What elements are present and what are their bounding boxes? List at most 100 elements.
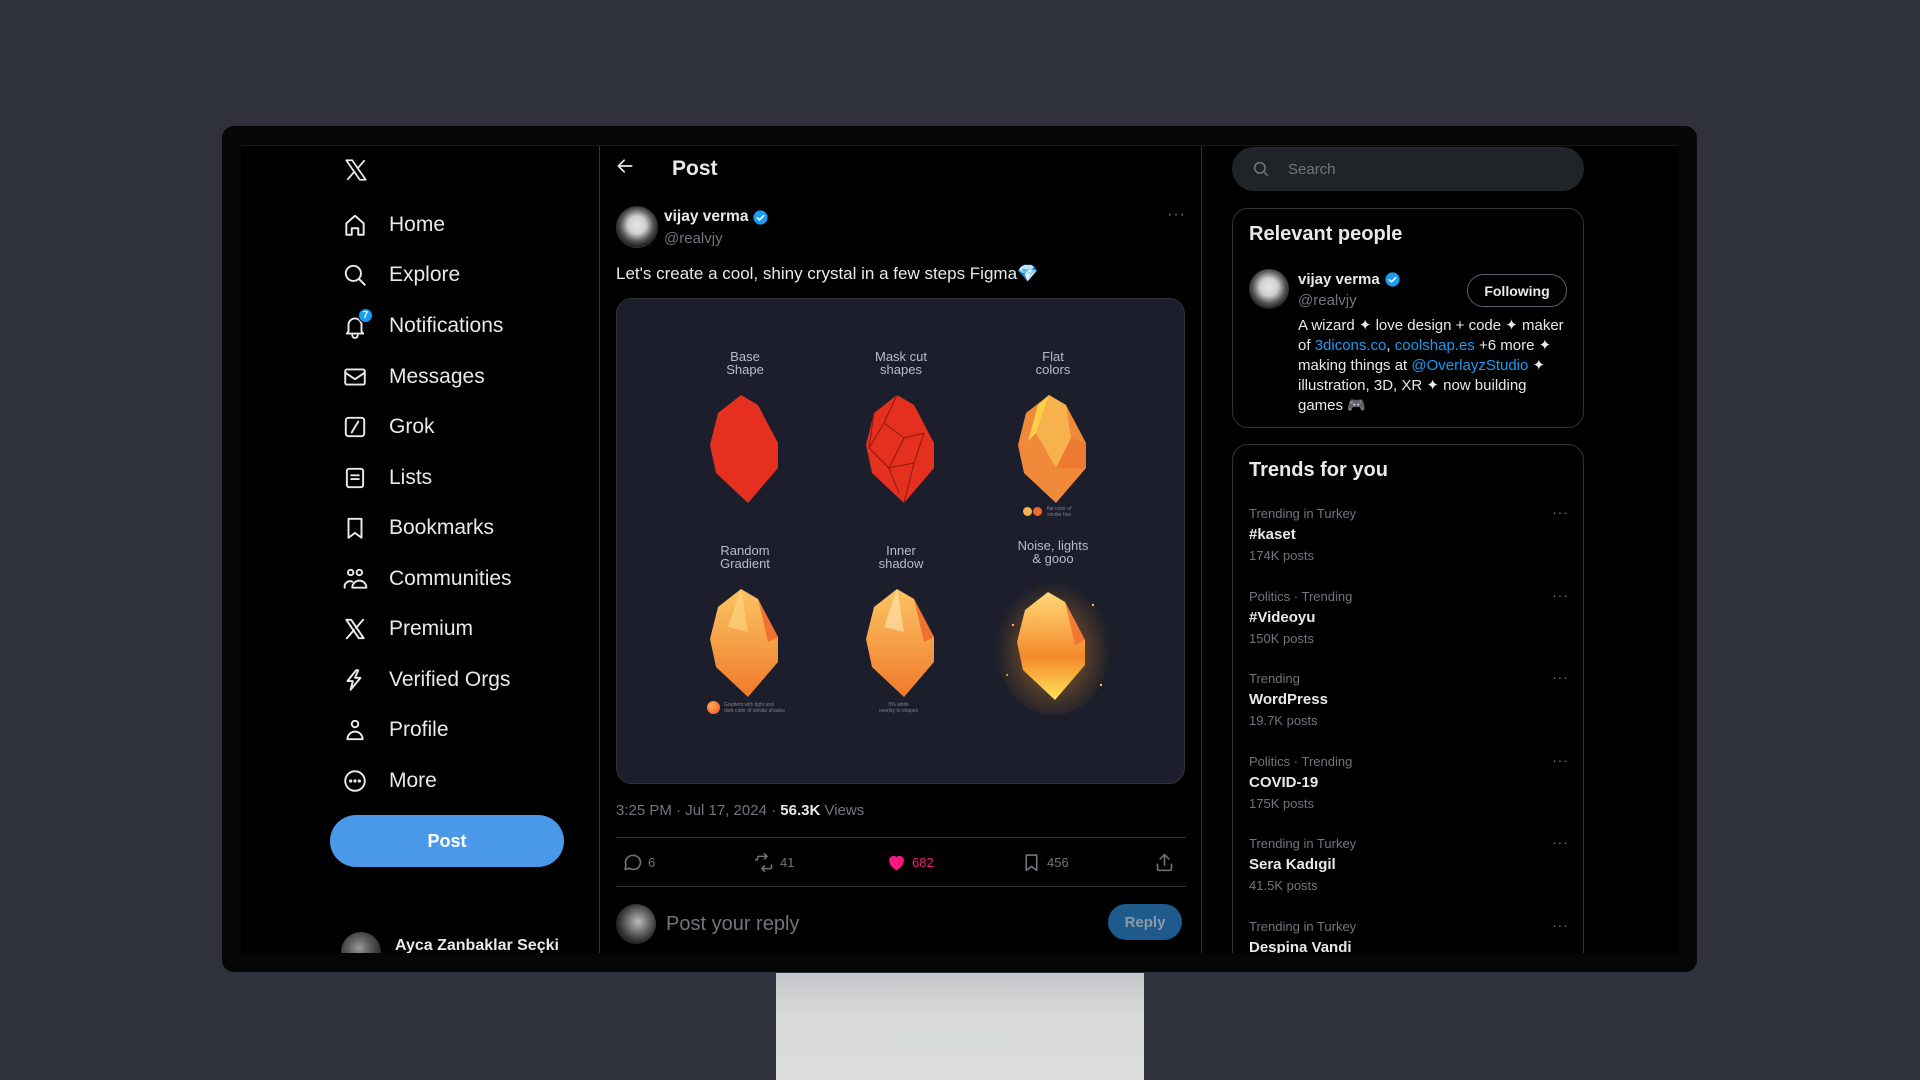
panel-title: Relevant people: [1249, 223, 1403, 245]
share-action[interactable]: [1154, 852, 1175, 873]
more-icon[interactable]: ···: [1167, 206, 1186, 224]
verified-badge-icon: [1385, 272, 1400, 287]
trend-item[interactable]: Politics · Trending #Videoyu 150K posts …: [1249, 587, 1569, 665]
more-icon[interactable]: ···: [1552, 587, 1569, 603]
trend-meta: Trending in Turkey: [1249, 836, 1357, 851]
sidebar-item-label: Grok: [389, 415, 435, 438]
trend-name: Sera Kadıgil: [1249, 856, 1336, 873]
trend-name: COVID-19: [1249, 774, 1319, 791]
bookmark-icon: [340, 513, 370, 543]
sidebar-item-label: Premium: [389, 617, 474, 640]
reply-count: 6: [648, 855, 656, 870]
person-handle[interactable]: @realvjy: [1298, 292, 1357, 309]
post-actions-bar: 6 41 682 456: [616, 837, 1186, 887]
trend-item[interactable]: Trending WordPress 19.7K posts ···: [1249, 669, 1569, 747]
sidebar-item-premium[interactable]: Premium: [340, 609, 473, 649]
bookmark-count: 456: [1047, 855, 1069, 870]
crystal-step-base-shape: Base Shape: [670, 350, 820, 505]
sidebar-item-messages[interactable]: Messages: [340, 357, 485, 397]
post-timestamp: 3:25 PM · Jul 17, 2024 · 56.3K Views: [616, 802, 865, 819]
trend-name: WordPress: [1249, 691, 1328, 708]
repost-action[interactable]: 41: [754, 852, 794, 873]
following-button[interactable]: Following: [1467, 274, 1567, 307]
bio-link[interactable]: 3dicons.co: [1315, 337, 1387, 354]
author-avatar[interactable]: [616, 206, 658, 248]
crystal-shape: [709, 589, 778, 697]
author-name[interactable]: vijay verma: [664, 208, 769, 226]
step-caption: flat color of similar hue: [1047, 506, 1072, 518]
sidebar-item-notifications[interactable]: 7 Notifications: [340, 306, 503, 346]
trend-item[interactable]: Trending in Turkey #kaset 174K posts ···: [1249, 504, 1569, 582]
sidebar-item-home[interactable]: Home: [340, 205, 445, 245]
crystal-shape: [709, 395, 778, 503]
x-logo-icon[interactable]: [342, 157, 370, 183]
bookmark-icon: [1025, 854, 1038, 872]
trend-meta: Politics · Trending: [1249, 754, 1353, 769]
bio-link[interactable]: coolshap.es: [1395, 337, 1475, 354]
crystal-step-noise-lights: Noise, lights & gooo: [978, 539, 1128, 715]
author-handle[interactable]: @realvjy: [664, 230, 723, 247]
more-icon[interactable]: ···: [1552, 669, 1569, 685]
x-app-window: Home Explore 7 Notifications Messages Gr…: [241, 145, 1678, 953]
search-icon: [1253, 161, 1269, 177]
sidebar-item-label: Messages: [389, 365, 485, 388]
sidebar-item-profile[interactable]: Profile: [340, 710, 449, 750]
sidebar-item-bookmarks[interactable]: Bookmarks: [340, 508, 494, 548]
crystal-step-mask-cut: Mask cut shapes: [826, 350, 976, 505]
share-icon: [1156, 853, 1173, 872]
trends-panel: Trends for you Trending in Turkey #kaset…: [1232, 444, 1584, 953]
sidebar-item-grok[interactable]: Grok: [340, 407, 435, 447]
reply-icon: [624, 854, 642, 871]
more-icon[interactable]: ···: [1552, 917, 1569, 933]
trend-item[interactable]: Trending in Turkey Despina Vandi ···: [1249, 917, 1569, 953]
mail-icon: [340, 362, 370, 392]
more-icon[interactable]: ···: [1552, 752, 1569, 768]
sidebar-item-explore[interactable]: Explore: [340, 255, 460, 295]
step-label: Gradient: [720, 556, 770, 571]
views-count: 56.3K: [780, 802, 821, 819]
person-name[interactable]: vijay verma: [1298, 271, 1401, 288]
trend-count: 19.7K posts: [1249, 713, 1318, 728]
search-box[interactable]: [1232, 147, 1584, 191]
crystal-step-flat-colors: Flat colors: [978, 350, 1128, 505]
bio-link[interactable]: @OverlayzStudio: [1411, 357, 1528, 374]
post-button[interactable]: Post: [330, 815, 564, 867]
account-name: Ayca Zanbaklar Seçki: [395, 937, 559, 953]
swatch-dot: [1033, 507, 1042, 516]
step-label: shapes: [880, 362, 922, 377]
crystal-step-inner-shadow: Inner shadow: [826, 544, 976, 699]
person-name-text: vijay verma: [1298, 271, 1380, 288]
trend-meta: Trending: [1249, 671, 1300, 686]
post-media-image[interactable]: Base Shape Mask cut shapes Flat colors f…: [616, 298, 1185, 784]
more-icon[interactable]: ···: [1552, 834, 1569, 850]
trend-item[interactable]: Trending in Turkey Sera Kadıgil 41.5K po…: [1249, 834, 1569, 912]
sidebar-item-lists[interactable]: Lists: [340, 458, 432, 498]
main-column: Post vijay verma @realvjy ··· Let's crea…: [600, 146, 1202, 953]
reply-input[interactable]: [666, 909, 1066, 939]
trend-item[interactable]: Politics · Trending COVID-19 175K posts …: [1249, 752, 1569, 830]
trend-count: 175K posts: [1249, 796, 1315, 811]
search-input[interactable]: [1288, 160, 1548, 178]
right-sidebar: Relevant people vijay verma @realvjy Fol…: [1202, 146, 1678, 953]
trend-count: 41.5K posts: [1249, 878, 1318, 893]
reply-action[interactable]: 6: [622, 852, 655, 873]
bookmark-action[interactable]: 456: [1021, 852, 1069, 873]
monitor-stand: [776, 973, 1144, 1080]
sidebar-item-label: Home: [389, 213, 446, 236]
trend-name: #Videoyu: [1249, 609, 1316, 626]
more-icon[interactable]: ···: [1552, 504, 1569, 520]
trend-meta: Trending in Turkey: [1249, 506, 1357, 521]
x-logo-icon: [340, 614, 370, 644]
sidebar-item-more[interactable]: More: [340, 761, 437, 801]
avatar[interactable]: [1249, 269, 1289, 309]
crystal-shape: [865, 589, 934, 697]
sidebar-item-verified-orgs[interactable]: Verified Orgs: [340, 660, 510, 700]
reply-button[interactable]: Reply: [1108, 904, 1182, 940]
back-arrow-icon[interactable]: [615, 156, 639, 180]
sidebar-item-label: Bookmarks: [389, 516, 495, 539]
account-switcher[interactable]: Ayca Zanbaklar Seçki ···: [341, 932, 620, 953]
communities-icon: [340, 564, 370, 594]
sidebar-item-communities[interactable]: Communities: [340, 559, 512, 599]
like-action[interactable]: 682: [886, 852, 934, 873]
author-name-text: vijay verma: [664, 208, 749, 225]
